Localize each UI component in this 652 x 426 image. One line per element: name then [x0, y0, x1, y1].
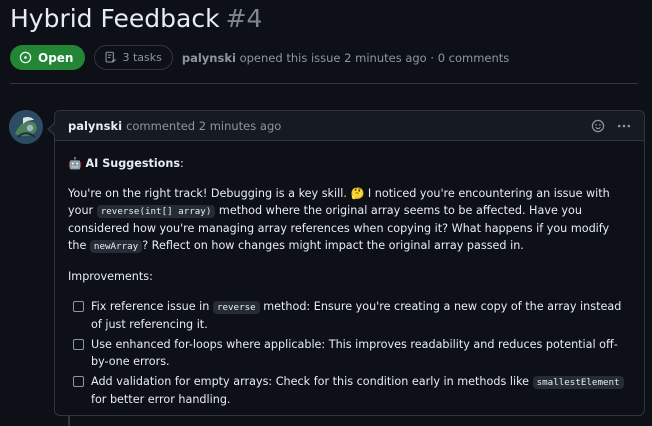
- improvements-label: Improvements:: [68, 270, 153, 283]
- code-reverse-signature: reverse(int[] array): [96, 205, 216, 218]
- comment-menu-button[interactable]: [616, 118, 632, 134]
- add-reaction-button[interactable]: [590, 118, 606, 134]
- state-badge: Open: [10, 45, 86, 70]
- task-item: Fix reference issue in reverse method: E…: [73, 298, 631, 333]
- task-text-part: Use enhanced for-loops where applicable:…: [91, 338, 618, 368]
- task-checkbox[interactable]: [73, 339, 84, 350]
- issue-meta: Open 3 tasks palynski opened this issue …: [10, 45, 509, 70]
- task-checkbox[interactable]: [73, 376, 84, 387]
- comment-timestamp[interactable]: commented 2 minutes ago: [126, 119, 281, 133]
- issue-opened-meta: palynski opened this issue 2 minutes ago…: [182, 51, 509, 65]
- task-list: Fix reference issue in reverse method: E…: [68, 298, 631, 408]
- comment-card: palynski commented 2 minutes ago 🤖 AI Su…: [47, 110, 645, 416]
- code-new-array: newArray: [89, 240, 143, 253]
- comment-header: palynski commented 2 minutes ago: [55, 111, 644, 141]
- ai-heading-line: 🤖 AI Suggestions:: [68, 157, 184, 170]
- comment-author-link[interactable]: palynski: [68, 119, 122, 133]
- comment-actions: [590, 118, 632, 134]
- task-item: Use enhanced for-loops where applicable:…: [73, 336, 631, 370]
- timeline-line: [68, 416, 70, 426]
- ai-suggestions-heading: AI Suggestions: [85, 157, 181, 170]
- code-reverse: reverse: [212, 301, 260, 314]
- task-item: Add validation for empty arrays: Check f…: [73, 373, 631, 408]
- task-text-part: Add validation for empty arrays: Check f…: [91, 375, 533, 388]
- issue-author-link[interactable]: palynski: [182, 51, 236, 65]
- task-text: Add validation for empty arrays: Check f…: [91, 373, 631, 408]
- avatar-image: [9, 110, 43, 144]
- smiley-icon: [591, 119, 605, 132]
- kebab-horizontal-icon: [617, 124, 631, 127]
- issue-title: Hybrid Feedback: [10, 4, 220, 33]
- issue-opened-icon: [19, 51, 32, 64]
- robot-emoji-icon: 🤖: [68, 157, 82, 170]
- task-text-part: Fix reference issue in: [91, 300, 213, 313]
- user-avatar[interactable]: [9, 110, 43, 144]
- tasks-badge[interactable]: 3 tasks: [94, 45, 173, 70]
- feedback-paragraph: You're on the right track! Debugging is …: [68, 185, 631, 255]
- task-text: Use enhanced for-loops where applicable:…: [91, 336, 631, 370]
- issue-title-bar: Hybrid Feedback #4: [10, 4, 262, 33]
- task-checkbox[interactable]: [73, 301, 84, 312]
- task-text-part: for better error handling.: [91, 393, 231, 406]
- comment-body: 🤖 AI Suggestions: You're on the right tr…: [55, 141, 644, 408]
- feedback-text-3: ? Reflect on how changes might impact th…: [142, 239, 524, 252]
- tasks-count: 3 tasks: [122, 51, 162, 64]
- task-text: Fix reference issue in reverse method: E…: [91, 298, 631, 333]
- issue-opened-text: opened this issue 2 minutes ago · 0 comm…: [239, 50, 510, 65]
- code-smallest-element: smallestElement: [532, 376, 624, 389]
- state-label: Open: [38, 50, 74, 65]
- issue-number: #4: [225, 4, 263, 33]
- header-divider: [10, 83, 638, 84]
- checklist-icon: [105, 51, 117, 63]
